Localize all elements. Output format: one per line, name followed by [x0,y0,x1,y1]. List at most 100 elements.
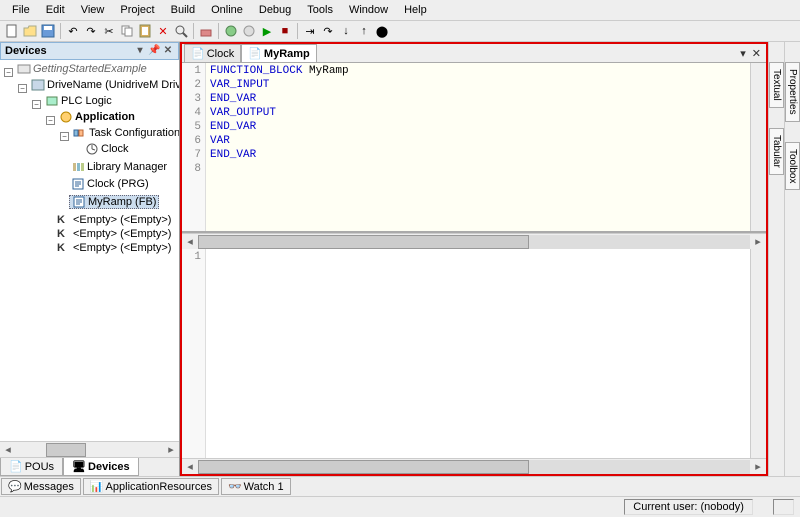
copy-icon[interactable] [119,23,135,39]
tab-appresources[interactable]: 📊ApplicationResources [83,478,219,495]
footer-tabs: 💬Messages 📊ApplicationResources 👓Watch 1 [0,476,800,496]
editor-area: 📄Clock 📄MyRamp ▾ ✕ 12345678 FUNCTION_BLO… [180,42,768,476]
cut-icon[interactable]: ✂ [101,23,117,39]
editor-tab-clock[interactable]: 📄Clock [184,44,241,62]
menu-online[interactable]: Online [203,2,251,18]
tree-task-config: Task Configuration [71,127,179,139]
tab-tabular[interactable]: Tabular [769,128,784,175]
left-panel-tabs: 📄POUs 🖥Devices [0,457,179,476]
status-user: Current user: (nobody) [624,499,753,515]
panel-close-icon[interactable]: ✕ [162,45,174,57]
plc-icon [45,95,59,107]
project-icon [17,63,31,75]
build-icon[interactable] [198,23,214,39]
new-icon[interactable] [4,23,20,39]
code-editor[interactable]: FUNCTION_BLOCK MyRampVAR_INPUTEND_VARVAR… [206,63,750,231]
login-icon[interactable] [223,23,239,39]
editor-tab-myramp[interactable]: 📄MyRamp [241,44,317,62]
menu-view[interactable]: View [73,2,113,18]
tab-textual[interactable]: Textual [769,62,784,108]
scroll-thumb[interactable] [198,235,529,249]
tab-pous[interactable]: 📄POUs [0,458,63,476]
step-over-icon[interactable]: ↷ [320,23,336,39]
save-icon[interactable] [40,23,56,39]
code-editor[interactable] [206,249,750,458]
redo-icon[interactable]: ↷ [83,23,99,39]
tab-dropdown-icon[interactable]: ▾ [737,47,749,60]
panel-pin-icon[interactable]: 📌 [148,45,160,57]
find-icon[interactable] [173,23,189,39]
tab-messages[interactable]: 💬Messages [1,478,81,495]
menu-file[interactable]: File [4,2,38,18]
step-out-icon[interactable]: ↑ [356,23,372,39]
vertical-scrollbar[interactable] [750,63,766,231]
tab-toolbox[interactable]: Toolbox [785,142,800,190]
scroll-left-icon[interactable]: ◂ [0,443,16,456]
status-empty [773,499,794,515]
menu-tools[interactable]: Tools [299,2,341,18]
expander-icon[interactable]: − [60,132,69,141]
panel-dropdown-icon[interactable]: ▾ [134,45,146,57]
menu-help[interactable]: Help [396,2,435,18]
expander-icon[interactable]: − [32,100,41,109]
watch-icon: 👓 [228,480,242,493]
logout-icon[interactable] [241,23,257,39]
scroll-thumb[interactable] [198,460,529,474]
menu-build[interactable]: Build [163,2,203,18]
stop-icon[interactable]: ■ [277,23,293,39]
pous-icon: 📄 [9,460,23,473]
drive-icon [31,79,45,91]
fb-icon [72,196,86,208]
scroll-left-icon[interactable]: ◂ [182,235,198,248]
editor-tab-bar: 📄Clock 📄MyRamp ▾ ✕ [182,44,766,63]
separator [218,23,219,39]
tree-library-manager: Library Manager [69,161,169,173]
menu-edit[interactable]: Edit [38,2,73,18]
scroll-right-icon[interactable]: ▸ [750,235,766,248]
step-icon[interactable]: ⇥ [302,23,318,39]
clock-icon [85,143,99,155]
status-bar: Current user: (nobody) [0,496,800,517]
empty-icon: K [57,214,71,226]
implementation-pane: 1 [182,249,766,458]
step-into-icon[interactable]: ↓ [338,23,354,39]
undo-icon[interactable]: ↶ [65,23,81,39]
resources-icon: 📊 [90,480,104,493]
horizontal-scrollbar[interactable]: ◂ ▸ [182,233,766,249]
prg-icon [71,178,85,190]
paste-icon[interactable] [137,23,153,39]
scroll-left-icon[interactable]: ◂ [182,460,198,473]
menu-debug[interactable]: Debug [251,2,299,18]
start-icon[interactable]: ▶ [259,23,275,39]
tree-empty-slot: K<Empty> (<Empty>) [55,214,173,226]
expander-icon[interactable]: − [4,68,13,77]
horizontal-scrollbar[interactable]: ◂ ▸ [182,458,766,474]
tab-devices[interactable]: 🖥Devices [63,458,139,476]
task-icon [73,127,87,139]
menu-window[interactable]: Window [341,2,396,18]
breakpoint-icon[interactable]: ⬤ [374,23,390,39]
app-icon [59,111,73,123]
expander-icon[interactable]: − [18,84,27,93]
tab-properties[interactable]: Properties [785,62,800,122]
line-gutter: 12345678 [182,63,206,231]
messages-icon: 💬 [8,480,22,493]
delete-icon[interactable]: ✕ [155,23,171,39]
devices-icon: 🖥 [72,460,86,473]
tab-watch[interactable]: 👓Watch 1 [221,478,291,495]
library-icon [71,161,85,173]
scroll-right-icon[interactable]: ▸ [163,443,179,456]
menu-project[interactable]: Project [112,2,162,18]
device-tree[interactable]: −GettingStartedExample −DriveName (Unidr… [0,60,179,441]
vertical-scrollbar[interactable] [750,249,766,458]
tree-scrollbar[interactable]: ◂ ▸ [0,441,179,457]
expander-icon[interactable]: − [46,116,55,125]
scroll-thumb[interactable] [46,443,86,457]
separator [193,23,194,39]
open-icon[interactable] [22,23,38,39]
toolbar: ↶ ↷ ✂ ✕ ▶ ■ ⇥ ↷ ↓ ↑ ⬤ [0,21,800,42]
tab-close-icon[interactable]: ✕ [749,47,764,60]
devices-panel-title: Devices [5,45,47,57]
tree-clock-task: Clock [83,143,131,155]
scroll-right-icon[interactable]: ▸ [750,460,766,473]
